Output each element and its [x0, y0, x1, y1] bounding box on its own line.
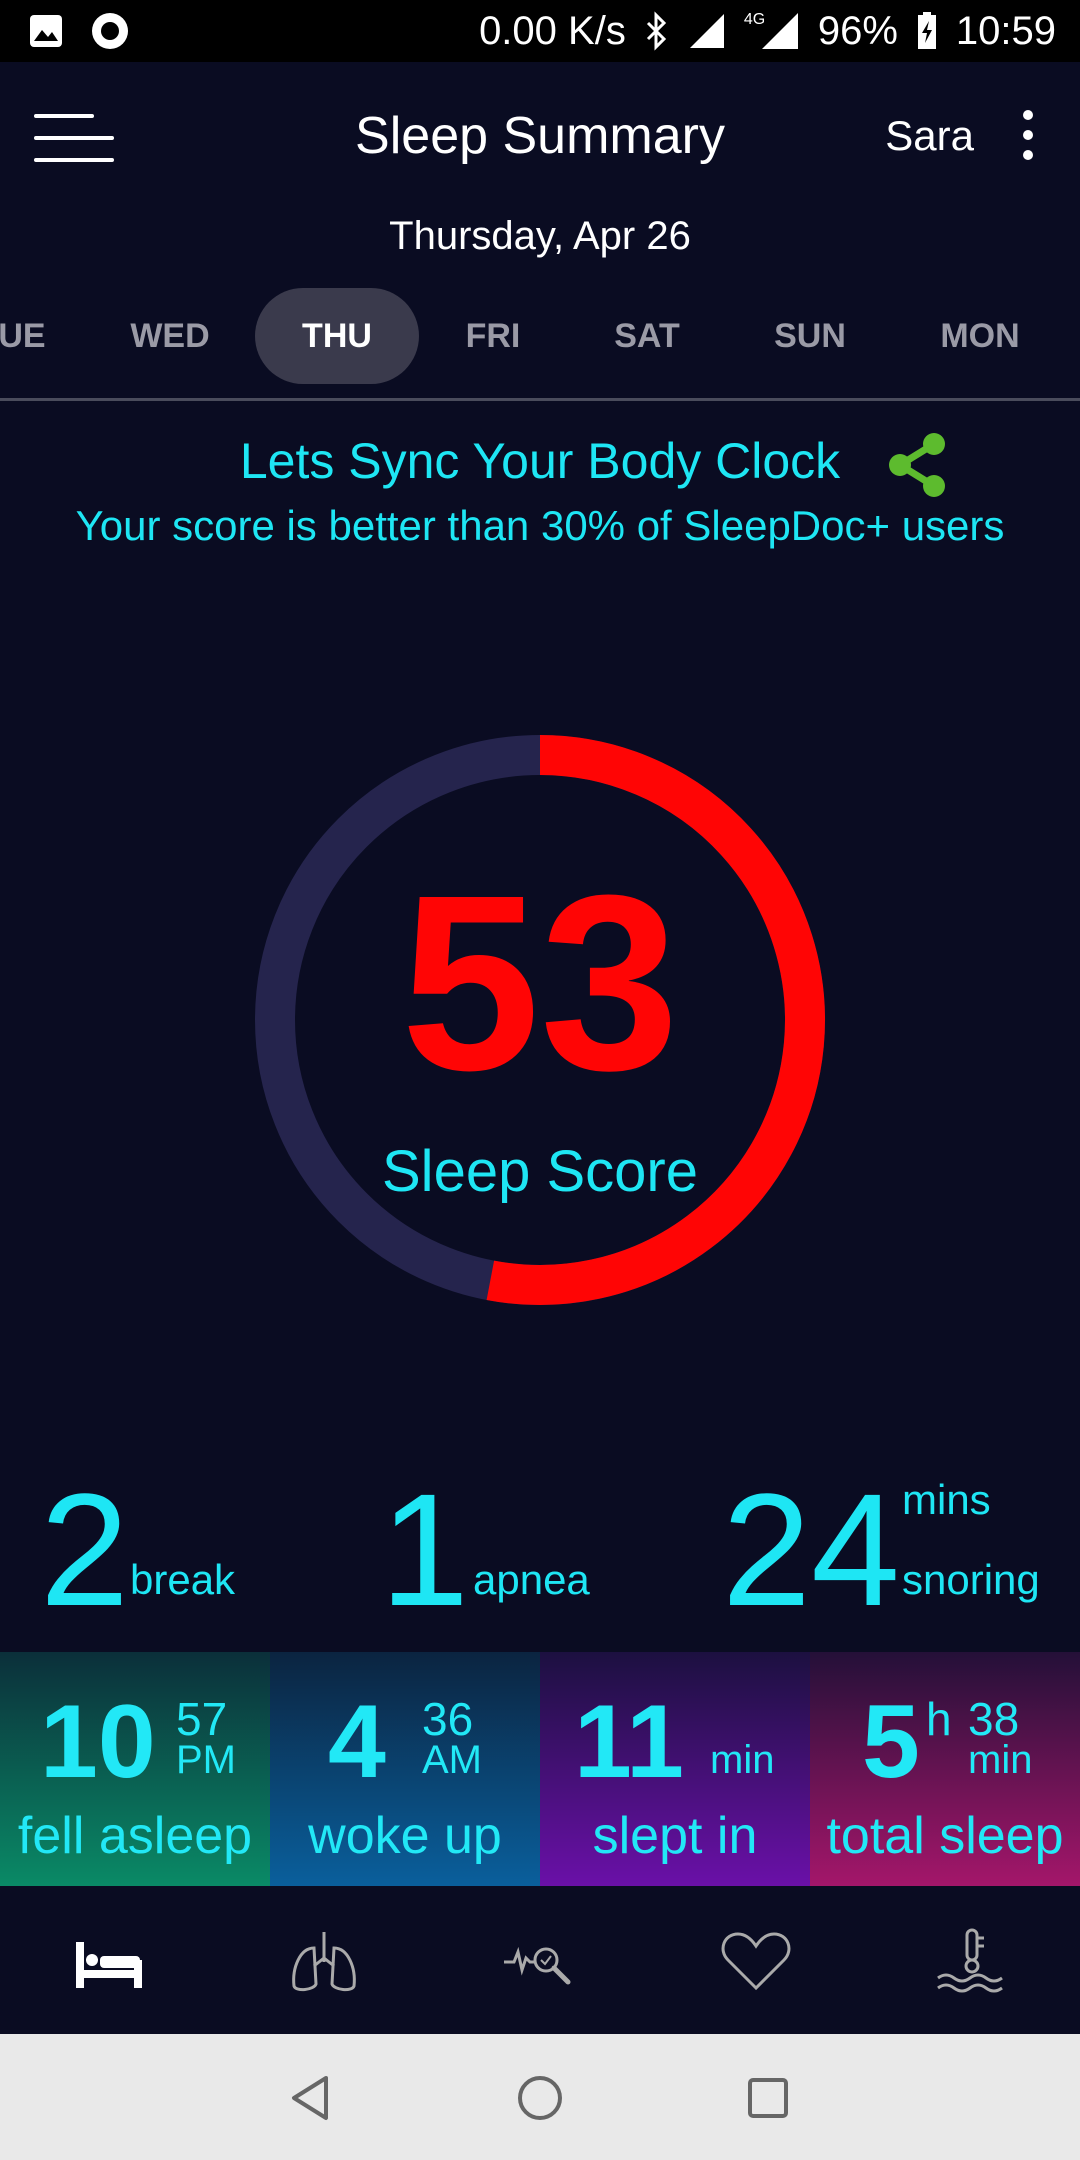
tab-thu[interactable]: THU — [255, 288, 419, 384]
total-sleep-tile[interactable]: 5 h 38 min total sleep — [810, 1652, 1080, 1886]
divider — [0, 398, 1080, 401]
snoring-unit-top: mins — [902, 1476, 991, 1523]
breaks-unit: break — [130, 1556, 236, 1603]
breaks-value: 2 — [40, 1460, 129, 1639]
slept-in-label: slept in — [592, 1807, 758, 1865]
slept-in-tile[interactable]: 11 min slept in — [540, 1652, 810, 1886]
sleep-times: 10 57 PM fell asleep 4 36 AM woke up 11 … — [0, 1652, 1080, 1886]
apnea-unit: apnea — [473, 1556, 590, 1603]
signal-icon — [689, 14, 724, 48]
fell-asleep-minute: 57 — [176, 1693, 228, 1745]
more-options-icon[interactable] — [1020, 110, 1036, 162]
total-sleep-hours: 5 — [862, 1684, 920, 1800]
user-name[interactable]: Sara — [885, 112, 974, 160]
tab-sat[interactable]: SAT — [565, 288, 729, 384]
fell-asleep-tile[interactable]: 10 57 PM fell asleep — [0, 1652, 270, 1886]
total-sleep-label: total sleep — [826, 1807, 1064, 1865]
heart-icon[interactable] — [716, 1922, 796, 2002]
record-icon — [92, 13, 128, 49]
woke-up-label: woke up — [308, 1807, 502, 1865]
total-sleep-h-unit: h — [926, 1693, 952, 1745]
home-icon[interactable] — [516, 2074, 564, 2122]
battery-percent: 96% — [817, 8, 898, 53]
woke-up-hour: 4 — [328, 1684, 386, 1800]
total-sleep-min-unit: min — [968, 1738, 1033, 1782]
bluetooth-icon — [646, 11, 666, 51]
network-speed: 0.00 K/s — [479, 8, 626, 53]
tab-sun[interactable]: SUN — [728, 288, 892, 384]
sleep-score-value: 53 — [400, 843, 680, 1122]
tab-mon[interactable]: MON — [898, 288, 1062, 384]
system-navigation-bar — [0, 2034, 1080, 2160]
heartbeat-search-icon[interactable] — [500, 1922, 580, 2002]
slept-in-unit: min — [710, 1738, 775, 1782]
app-bar: Sleep Summary Sara — [0, 62, 1080, 217]
fell-asleep-hour: 10 — [40, 1684, 156, 1800]
woke-up-period: AM — [422, 1738, 482, 1782]
signal-4g-icon — [761, 13, 798, 49]
share-icon[interactable] — [882, 430, 952, 500]
total-sleep-minutes: 38 — [968, 1693, 1020, 1745]
fell-asleep-label: fell asleep — [17, 1807, 253, 1865]
temperature-water-icon[interactable] — [932, 1922, 1012, 2002]
tab-fri[interactable]: FRI — [411, 288, 575, 384]
lungs-icon[interactable] — [284, 1922, 364, 2002]
apnea-value: 1 — [380, 1460, 469, 1639]
slept-in-value: 11 — [574, 1684, 684, 1800]
selected-date: Thursday, Apr 26 — [389, 214, 691, 258]
battery-charging-icon — [917, 12, 936, 49]
sleep-score-label: Sleep Score — [382, 1139, 698, 1204]
tab-wed[interactable]: WED — [88, 288, 252, 384]
clock: 10:59 — [955, 8, 1056, 53]
snoring-value: 24 — [722, 1460, 900, 1639]
status-bar: 0.00 K/s 4G 96% 10:59 — [0, 0, 1080, 62]
fell-asleep-period: PM — [176, 1738, 236, 1782]
bed-icon[interactable] — [68, 1922, 148, 2002]
score-comparison: Your score is better than 30% of SleepDo… — [75, 502, 1005, 549]
bottom-nav — [0, 1886, 1080, 2034]
back-icon[interactable] — [288, 2074, 332, 2122]
woke-up-tile[interactable]: 4 36 AM woke up — [270, 1652, 540, 1886]
image-icon — [30, 15, 62, 47]
woke-up-minute: 36 — [422, 1693, 474, 1745]
snoring-unit-bottom: snoring — [902, 1556, 1040, 1603]
day-tabs: UE WED THU FRI SAT SUN MON — [0, 288, 1080, 396]
recents-icon[interactable] — [746, 2076, 790, 2120]
